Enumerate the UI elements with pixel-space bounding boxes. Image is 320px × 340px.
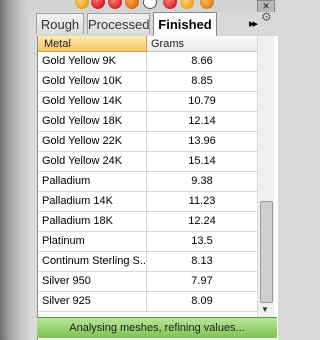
material-icon[interactable] — [200, 0, 214, 9]
table-row[interactable]: Gold Yellow 10K 8.85 — [38, 72, 257, 92]
metal-cell: Gold Yellow 10K — [38, 72, 147, 91]
table-row[interactable]: Gold Yellow 9K 8.66 — [38, 52, 257, 72]
grams-cell: 11.23 — [188, 195, 216, 207]
grams-cell: 13.96 — [188, 135, 216, 147]
material-icon[interactable] — [91, 0, 105, 9]
settings-icon[interactable] — [143, 0, 157, 9]
table-row[interactable]: Palladium 14K 11.23 — [38, 192, 257, 212]
metal-cell: Gold Yellow 22K — [38, 132, 147, 151]
table-row[interactable]: Palladium 18K 12.24 — [38, 212, 257, 232]
metal-cell: Palladium — [38, 172, 147, 191]
vertical-scrollbar[interactable]: ▼ — [257, 36, 274, 317]
table-row[interactable]: Palladium 9.38 — [38, 172, 257, 192]
material-icon[interactable] — [75, 0, 89, 9]
table-row[interactable]: Continum Sterling S... 8.13 — [38, 252, 257, 272]
more-tabs-icon[interactable]: ▸▸ — [249, 17, 258, 30]
grams-cell: 9.38 — [191, 175, 213, 187]
grams-cell: 7.97 — [191, 275, 213, 287]
grams-cell: 8.13 — [191, 255, 213, 267]
material-icon[interactable] — [108, 0, 122, 9]
metal-cell: Platinum — [38, 232, 147, 251]
grams-cell: 8.85 — [191, 75, 213, 87]
table-row[interactable]: Gold Yellow 18K 12.14 — [38, 112, 257, 132]
tab-finished[interactable]: Finished — [153, 12, 217, 36]
grams-cell: 15.14 — [188, 155, 216, 167]
grams-cell: 12.24 — [188, 215, 216, 227]
metal-cell: Palladium 14K — [38, 192, 147, 211]
grams-cell: 13.5 — [191, 235, 213, 247]
metal-cell: Continum Sterling S... — [38, 252, 147, 271]
metal-cell: Gold Yellow 24K — [38, 152, 147, 171]
gear-icon[interactable]: ⚙ — [261, 10, 272, 24]
grams-cell: 10.79 — [188, 95, 216, 107]
metal-weights-table: Metal Grams Gold Yellow 9K 8.66 Gold Yel… — [38, 36, 257, 317]
metal-cell: Gold Yellow 9K — [38, 52, 147, 71]
status-bar: Analysing meshes, refining values... — [37, 317, 277, 338]
column-header-grams[interactable]: Grams — [147, 36, 257, 52]
metal-cell: Silver 925 — [38, 292, 147, 311]
material-icon[interactable] — [125, 0, 139, 9]
table-row[interactable]: Gold Yellow 14K 10.79 — [38, 92, 257, 112]
tab-processed[interactable]: Processed — [87, 13, 150, 34]
grams-cell: 8.09 — [191, 295, 213, 307]
results-panel: Metal Grams Gold Yellow 9K 8.66 Gold Yel… — [37, 36, 278, 340]
metal-cell: Gold Yellow 18K — [38, 112, 147, 131]
column-header-metal[interactable]: Metal — [38, 36, 147, 52]
table-row[interactable]: Silver 950 7.97 — [38, 272, 257, 292]
metal-cell: Palladium 18K — [38, 212, 147, 231]
tab-strip: Rough Processed Finished ▸▸ ⚙ — [30, 10, 277, 36]
table-row[interactable]: Platinum 13.5 — [38, 232, 257, 252]
grams-cell: 8.66 — [191, 55, 213, 67]
scroll-down-icon[interactable]: ▼ — [261, 305, 269, 314]
table-row[interactable]: Silver 925 8.09 — [38, 292, 257, 312]
grams-cell: 12.14 — [188, 115, 216, 127]
scrollbar-thumb[interactable] — [260, 201, 273, 303]
material-icon[interactable] — [180, 0, 194, 9]
table-row[interactable]: Gold Yellow 22K 13.96 — [38, 132, 257, 152]
material-icon[interactable] — [163, 0, 177, 9]
metal-cell: Silver 950 — [38, 272, 147, 291]
table-row[interactable]: Gold Yellow 24K 15.14 — [38, 152, 257, 172]
metal-cell: Gold Yellow 14K — [38, 92, 147, 111]
toolbar — [30, 0, 277, 12]
tab-rough[interactable]: Rough — [36, 13, 84, 34]
viewport-edge — [0, 0, 30, 340]
